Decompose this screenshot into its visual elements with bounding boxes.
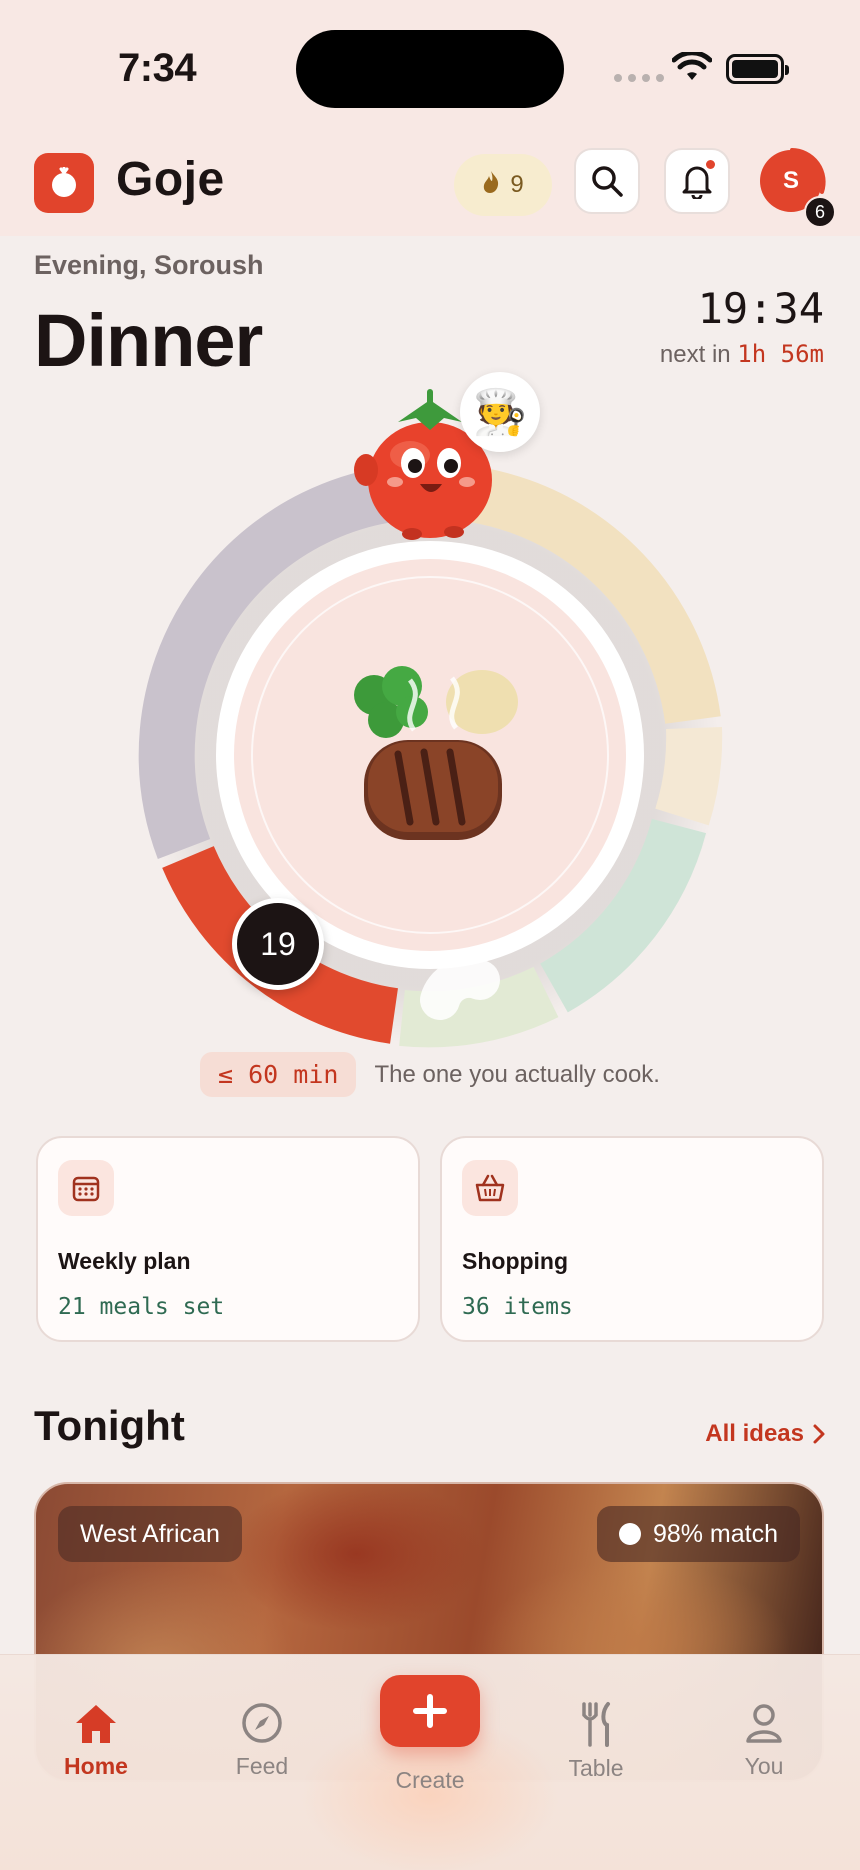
home-icon xyxy=(76,1705,116,1743)
status-time: 7:34 xyxy=(118,46,197,90)
tab-label: Home xyxy=(64,1753,128,1779)
create-label[interactable]: Create xyxy=(370,1767,490,1794)
cellular-signal-icon xyxy=(614,74,664,82)
profile-avatar-button[interactable]: S 6 xyxy=(756,142,836,228)
person-icon xyxy=(746,1704,782,1743)
tab-bar: Home Feed Create Table You xyxy=(0,1654,860,1870)
card-title: Shopping xyxy=(462,1248,569,1274)
compass-icon xyxy=(242,1703,282,1743)
plus-icon xyxy=(413,1694,447,1728)
cuisine-chip: West African xyxy=(58,1506,242,1562)
tab-feed[interactable]: Feed xyxy=(202,1701,322,1780)
create-button[interactable] xyxy=(380,1675,480,1747)
greeting: Evening, Soroush xyxy=(34,250,264,280)
chevron-right-icon xyxy=(813,1424,825,1444)
next-in-value: 1h 56m xyxy=(737,340,824,368)
flame-icon xyxy=(482,170,500,201)
dynamic-island xyxy=(296,30,564,108)
tab-you[interactable]: You xyxy=(704,1701,824,1780)
tomato-logo-icon[interactable] xyxy=(34,153,94,213)
calendar-icon xyxy=(58,1160,114,1216)
status-bar: 7:34 xyxy=(0,0,860,140)
tab-home[interactable]: Home xyxy=(36,1701,156,1780)
notifications-button[interactable] xyxy=(664,148,730,214)
meal-clock-dial[interactable] xyxy=(0,370,860,1050)
weekly-plan-card[interactable]: Weekly plan 21 meals set xyxy=(36,1136,420,1342)
search-icon xyxy=(592,166,623,197)
tab-label: You xyxy=(744,1753,784,1779)
notification-dot xyxy=(706,160,715,169)
card-subtitle: 21 meals set xyxy=(58,1294,225,1320)
tab-table[interactable]: Table xyxy=(536,1701,656,1782)
card-title: Weekly plan xyxy=(58,1248,191,1274)
app-header: Goje 9 S 6 xyxy=(0,140,860,236)
tonight-title: Tonight xyxy=(34,1402,185,1449)
caption-text: The one you actually cook. xyxy=(374,1060,660,1088)
all-ideas-link[interactable]: All ideas xyxy=(705,1420,826,1448)
fork-knife-icon xyxy=(582,1702,610,1747)
battery-icon xyxy=(726,54,789,84)
all-ideas-label: All ideas xyxy=(705,1420,804,1447)
brand-name: Goje xyxy=(116,153,225,206)
match-chip: 98% match xyxy=(596,1506,800,1562)
tab-label: Feed xyxy=(235,1753,289,1779)
steak-icon xyxy=(364,740,502,840)
wifi-icon xyxy=(671,50,713,87)
dial-caption: ≤ 60 min The one you actually cook. xyxy=(0,1052,860,1097)
basket-icon xyxy=(462,1160,518,1216)
dial-segment-midday xyxy=(655,726,723,826)
chef-badge[interactable]: 🧑‍🍳 xyxy=(460,372,540,452)
streak-count: 9 xyxy=(510,171,524,198)
current-time: 19:34 xyxy=(697,284,824,333)
streak-badge[interactable]: 9 xyxy=(454,154,552,216)
card-subtitle: 36 items xyxy=(462,1294,573,1320)
search-button[interactable] xyxy=(574,148,640,214)
match-label: 98% match xyxy=(652,1519,778,1548)
avatar-badge: 6 xyxy=(804,196,836,228)
next-meal-countdown: next in 1h 56m xyxy=(660,340,824,369)
current-hour-handle[interactable]: 19 xyxy=(232,898,324,990)
tab-label: Table xyxy=(568,1755,624,1781)
next-in-label: next in xyxy=(659,341,731,368)
match-dot-icon xyxy=(618,1523,641,1545)
cook-time-chip: ≤ 60 min xyxy=(200,1052,357,1097)
shopping-card[interactable]: Shopping 36 items xyxy=(440,1136,824,1342)
